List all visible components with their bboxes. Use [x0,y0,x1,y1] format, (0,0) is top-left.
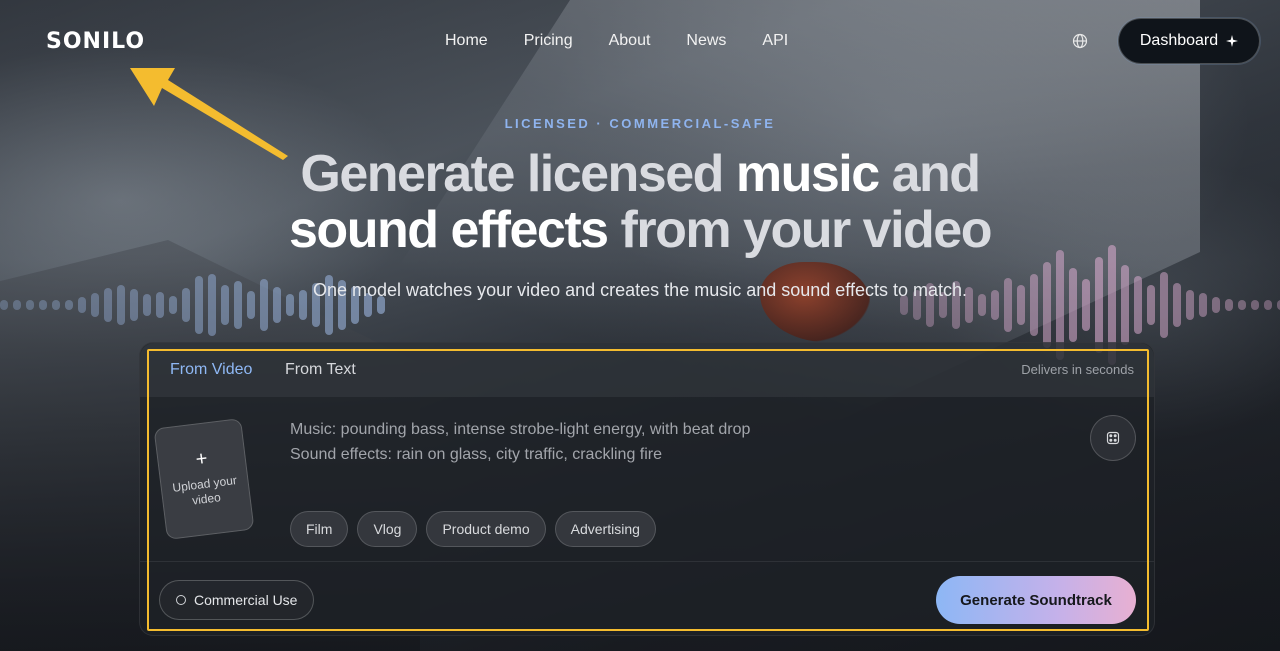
card-divider [140,561,1154,562]
chip-advertising[interactable]: Advertising [554,511,656,547]
delivers-note: Delivers in seconds [1021,362,1134,377]
sparkle-icon [1226,35,1239,47]
waveform-bar [1238,300,1246,310]
headline-emphasis-sfx: sound effects [289,201,609,259]
randomize-button[interactable] [1090,415,1136,461]
hero-subtitle: One model watches your video and creates… [312,280,968,300]
radio-circle-icon [176,595,186,605]
nav-pricing[interactable]: Pricing [524,32,573,50]
nav-api[interactable]: API [762,32,788,50]
nav-about[interactable]: About [609,32,651,50]
waveform-bar [39,300,47,310]
tab-from-text[interactable]: From Text [285,361,356,379]
prompt-placeholder-line: Music: pounding bass, intense strobe-lig… [290,421,751,438]
waveform-bar [1251,300,1259,310]
tab-from-video[interactable]: From Video [170,361,252,379]
annotation-arrow [130,68,288,160]
upload-video-dropzone[interactable]: + Upload your video [153,418,255,540]
generator-card: From Video From Text Delivers in seconds… [139,342,1155,636]
generate-soundtrack-button[interactable]: Generate Soundtrack [936,576,1136,624]
dashboard-label: Dashboard [1139,32,1219,49]
waveform-bar [65,300,73,310]
chip-film[interactable]: Film [290,511,349,547]
waveform-bar [1121,265,1129,345]
waveform-bar [1043,262,1051,348]
chip-product-demo[interactable]: Product demo [426,511,546,547]
headline-part: and [878,145,981,203]
waveform-bar [1264,300,1272,310]
upload-label: Upload your video [171,472,238,508]
chip-vlog[interactable]: Vlog [357,511,418,547]
headline-emphasis-music: music [735,145,880,203]
waveform-bar [0,300,8,310]
nav-news[interactable]: News [686,32,726,50]
commercial-use-toggle[interactable]: Commercial Use [159,580,315,620]
waveform-bar [13,300,21,310]
headline-part: Generate licensed [300,145,736,203]
hero-headline: Generate licensed music and sound effect… [0,146,1280,258]
dashboard-button[interactable]: Dashboard [1118,18,1260,64]
prompt-input[interactable]: Music: pounding bass, intense strobe-lig… [290,417,750,467]
waveform-bar [52,300,60,310]
main-nav: Home Pricing About News API [445,32,788,50]
prompt-placeholder-line: Sound effects: rain on glass, city traff… [290,446,663,463]
preset-chips: Film Vlog Product demo Advertising [290,511,656,547]
headline-part: from your video [607,201,993,259]
logo[interactable]: SONILO [46,29,145,54]
dice-icon [1106,431,1120,445]
nav-home[interactable]: Home [445,32,488,50]
waveform-bar [26,300,34,310]
globe-icon[interactable] [1072,33,1088,49]
waveform-bar [1095,257,1103,353]
commercial-use-label: Commercial Use [194,592,298,608]
plus-icon: + [194,447,209,471]
hero-eyebrow: LICENSED · COMMERCIAL-SAFE [504,116,776,131]
